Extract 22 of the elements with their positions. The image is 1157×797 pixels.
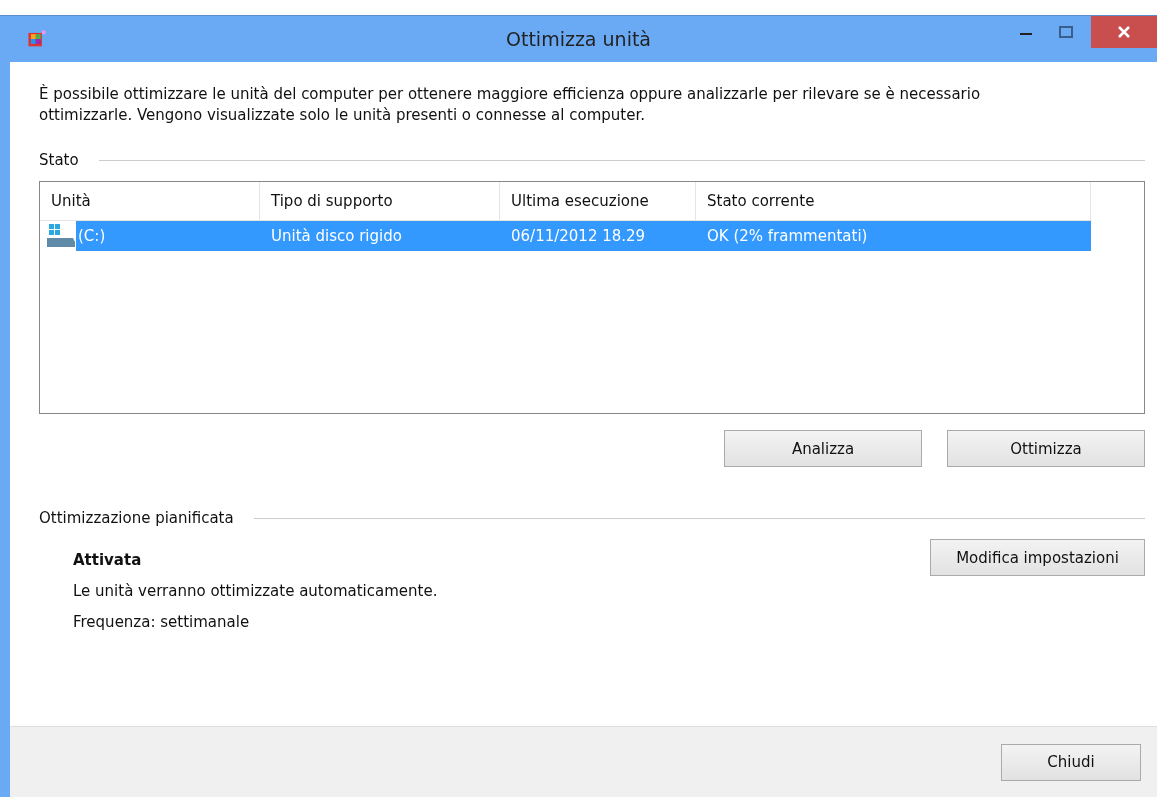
schedule-description: Le unità verranno ottimizzate automaticamente. xyxy=(73,582,438,600)
action-button[interactable]: Ottimizza xyxy=(947,430,1145,467)
table-cell: 06/11/2012 18.29 xyxy=(500,221,696,251)
close-icon xyxy=(1118,26,1130,38)
maximize-icon xyxy=(1059,26,1073,38)
action-button[interactable]: Analizza xyxy=(724,430,922,467)
table-cell: Unità disco rigido xyxy=(260,221,500,251)
section-heading: Ottimizzazione pianificata xyxy=(39,509,234,527)
drive-icon xyxy=(46,223,76,249)
table-cell: OK (2% frammentati) xyxy=(696,221,1091,251)
schedule-frequency: Frequenza: settimanale xyxy=(73,613,251,631)
column-header[interactable]: Ultima esecuzione xyxy=(500,182,696,220)
column-header[interactable]: Unità xyxy=(40,182,260,220)
schedule-status: Attivata xyxy=(73,551,143,569)
section-heading: Stato xyxy=(39,151,79,169)
column-header[interactable]: Tipo di supporto xyxy=(260,182,500,220)
close-dialog-button[interactable]: Chiudi xyxy=(1001,743,1141,781)
intro-text: È possibile ottimizzare le unità del computer per ottenere maggiore efficienza oppure analizzarle per rilevare se è necessario ottimizzarle. Vengono visualizzate solo le unità presenti o connesse al computer. xyxy=(39,84,982,126)
settings-button[interactable]: Modifica impostazioni xyxy=(930,539,1145,576)
column-header[interactable]: Stato corrente xyxy=(696,182,1091,220)
window-title: Ottimizza unità xyxy=(506,28,651,50)
close-button[interactable] xyxy=(1091,16,1157,48)
